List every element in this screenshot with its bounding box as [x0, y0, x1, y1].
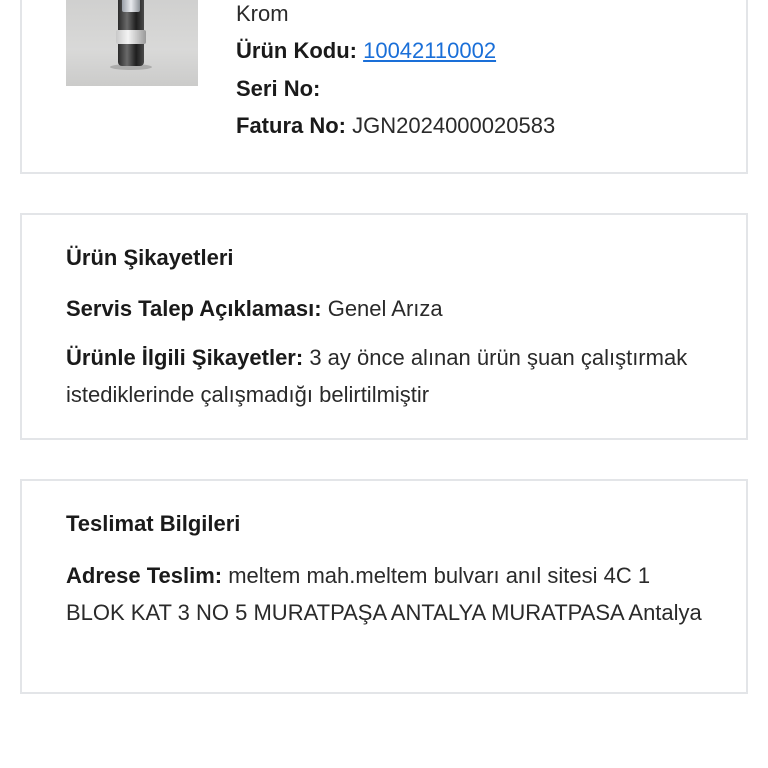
product-code-label: Ürün Kodu: [236, 38, 357, 63]
delivery-address-row: Adrese Teslim: meltem mah.meltem bulvarı… [66, 557, 706, 631]
complaint-row: Ürünle İlgili Şikayetler: 3 ay önce alın… [66, 339, 716, 413]
complaints-title: Ürün Şikayetleri [66, 245, 234, 270]
delivery-address-label: Adrese Teslim: [66, 563, 223, 588]
product-code-row: Ürün Kodu: 10042110002 [236, 38, 496, 64]
product-color: Krom [236, 1, 289, 26]
product-code-link[interactable]: 10042110002 [363, 38, 496, 63]
delivery-title: Teslimat Bilgileri [66, 511, 241, 536]
serial-label: Seri No: [236, 76, 321, 101]
invoice-row: Fatura No: JGN2024000020583 [236, 113, 555, 139]
complaint-label: Ürünle İlgili Şikayetler: [66, 345, 304, 370]
service-request-label: Servis Talep Açıklaması: [66, 296, 322, 321]
service-request-row: Servis Talep Açıklaması: Genel Arıza [66, 290, 716, 327]
serial-row: Seri No: [236, 76, 320, 102]
invoice-label: Fatura No: [236, 113, 346, 138]
complaints-card: Ürün Şikayetleri Servis Talep Açıklaması… [20, 213, 748, 440]
blender-band [116, 30, 146, 44]
invoice-value: JGN2024000020583 [352, 113, 556, 138]
blender-top [122, 0, 140, 12]
product-image[interactable] [66, 0, 198, 86]
product-card: Krom Ürün Kodu: 10042110002 Seri No: Fat… [20, 0, 748, 174]
delivery-card: Teslimat Bilgileri Adrese Teslim: meltem… [20, 479, 748, 694]
service-request-value: Genel Arıza [327, 296, 443, 321]
